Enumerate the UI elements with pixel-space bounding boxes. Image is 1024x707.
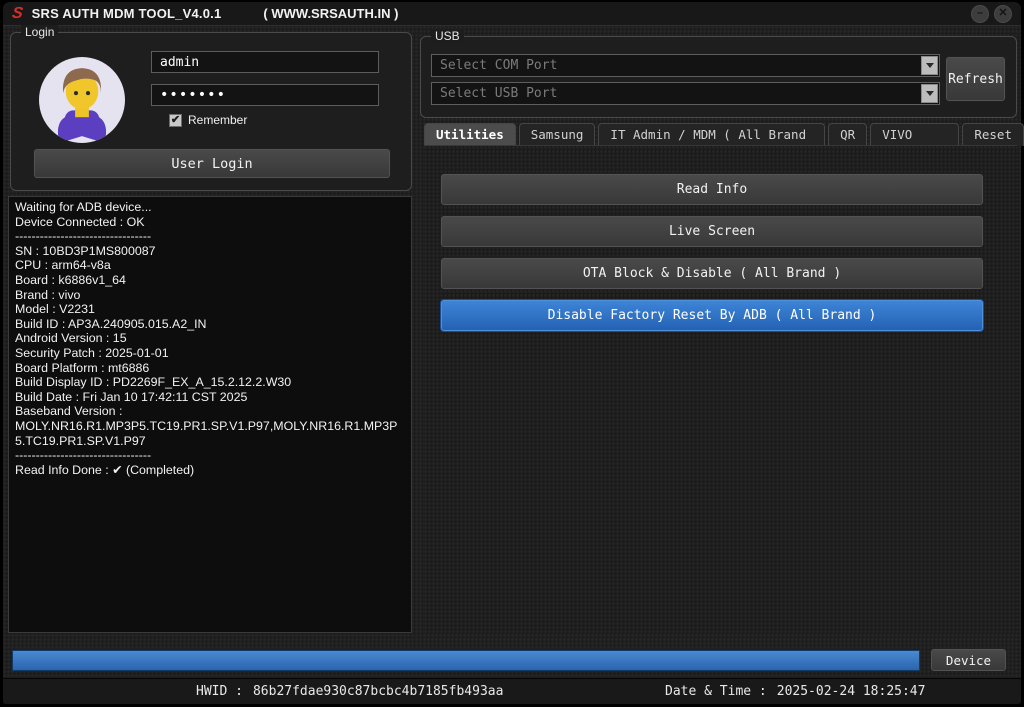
com-port-select[interactable]: Select COM Port [431,54,940,77]
log-output[interactable]: Waiting for ADB device... Device Connect… [8,196,412,633]
tab-bar: Utilities Samsung IT Admin / MDM ( All B… [424,123,1024,146]
tab-it-admin-mdm[interactable]: IT Admin / MDM ( All Brand ) [598,123,825,146]
progress-bar-fill [13,651,919,670]
remember-label: Remember [188,113,247,127]
com-port-dropdown-button[interactable] [921,56,938,75]
datetime-label: Date & Time : [665,684,767,699]
utilities-tab-panel: Read Info Live Screen OTA Block & Disabl… [424,145,1017,633]
tab-samsung[interactable]: Samsung [519,123,596,146]
chevron-down-icon [926,63,934,68]
status-bar: HWID : 86b27fdae930c87bcbc4b7185fb493aa D… [3,678,1021,704]
window-title: SRS AUTH MDM TOOL_V4.0.1 [32,6,222,21]
refresh-button[interactable]: Refresh [945,56,1006,102]
live-screen-button[interactable]: Live Screen [440,215,984,248]
password-input[interactable] [151,84,379,106]
usb-port-select[interactable]: Select USB Port [431,82,940,105]
tab-qr[interactable]: QR [828,123,867,146]
app-window: S SRS AUTH MDM TOOL_V4.0.1 ( WWW.SRSAUTH… [0,0,1024,707]
tab-vivo-demo[interactable]: VIVO Demo [870,123,959,146]
user-login-button[interactable]: User Login [33,148,391,179]
read-info-button[interactable]: Read Info [440,173,984,206]
login-group-label: Login [21,25,58,39]
login-group: Login ✔ Remember User Login [10,32,412,191]
hwid-value: 86b27fdae930c87bcbc4b7185fb493aa [253,684,503,699]
minimize-button[interactable]: – [971,5,989,23]
hwid-status: HWID : 86b27fdae930c87bcbc4b7185fb493aa [196,684,503,699]
progress-bar [12,650,920,671]
hwid-label: HWID : [196,684,243,699]
user-avatar [39,57,125,143]
datetime-status: Date & Time : 2025-02-24 18:25:47 [665,684,925,699]
usb-port-placeholder: Select USB Port [432,86,921,101]
app-logo-icon: S [11,4,24,24]
usb-group: USB Select COM Port Select USB Port Refr… [420,36,1017,118]
remember-row: ✔ Remember [169,113,247,127]
window-title-website: ( WWW.SRSAUTH.IN ) [263,6,398,21]
device-button[interactable]: Device [930,648,1007,672]
window-controls: – ✕ [971,5,1012,23]
remember-checkbox[interactable]: ✔ [169,114,182,127]
close-button[interactable]: ✕ [994,5,1012,23]
ota-block-disable-button[interactable]: OTA Block & Disable ( All Brand ) [440,257,984,290]
com-port-placeholder: Select COM Port [432,58,921,73]
tab-reset[interactable]: Reset [962,123,1024,146]
usb-port-dropdown-button[interactable] [921,84,938,103]
title-bar: S SRS AUTH MDM TOOL_V4.0.1 ( WWW.SRSAUTH… [3,2,1021,26]
tab-utilities[interactable]: Utilities [424,123,516,146]
chevron-down-icon [926,91,934,96]
datetime-value: 2025-02-24 18:25:47 [777,684,926,699]
disable-factory-reset-button[interactable]: Disable Factory Reset By ADB ( All Brand… [440,299,984,332]
username-input[interactable] [151,51,379,73]
usb-group-label: USB [431,29,464,43]
